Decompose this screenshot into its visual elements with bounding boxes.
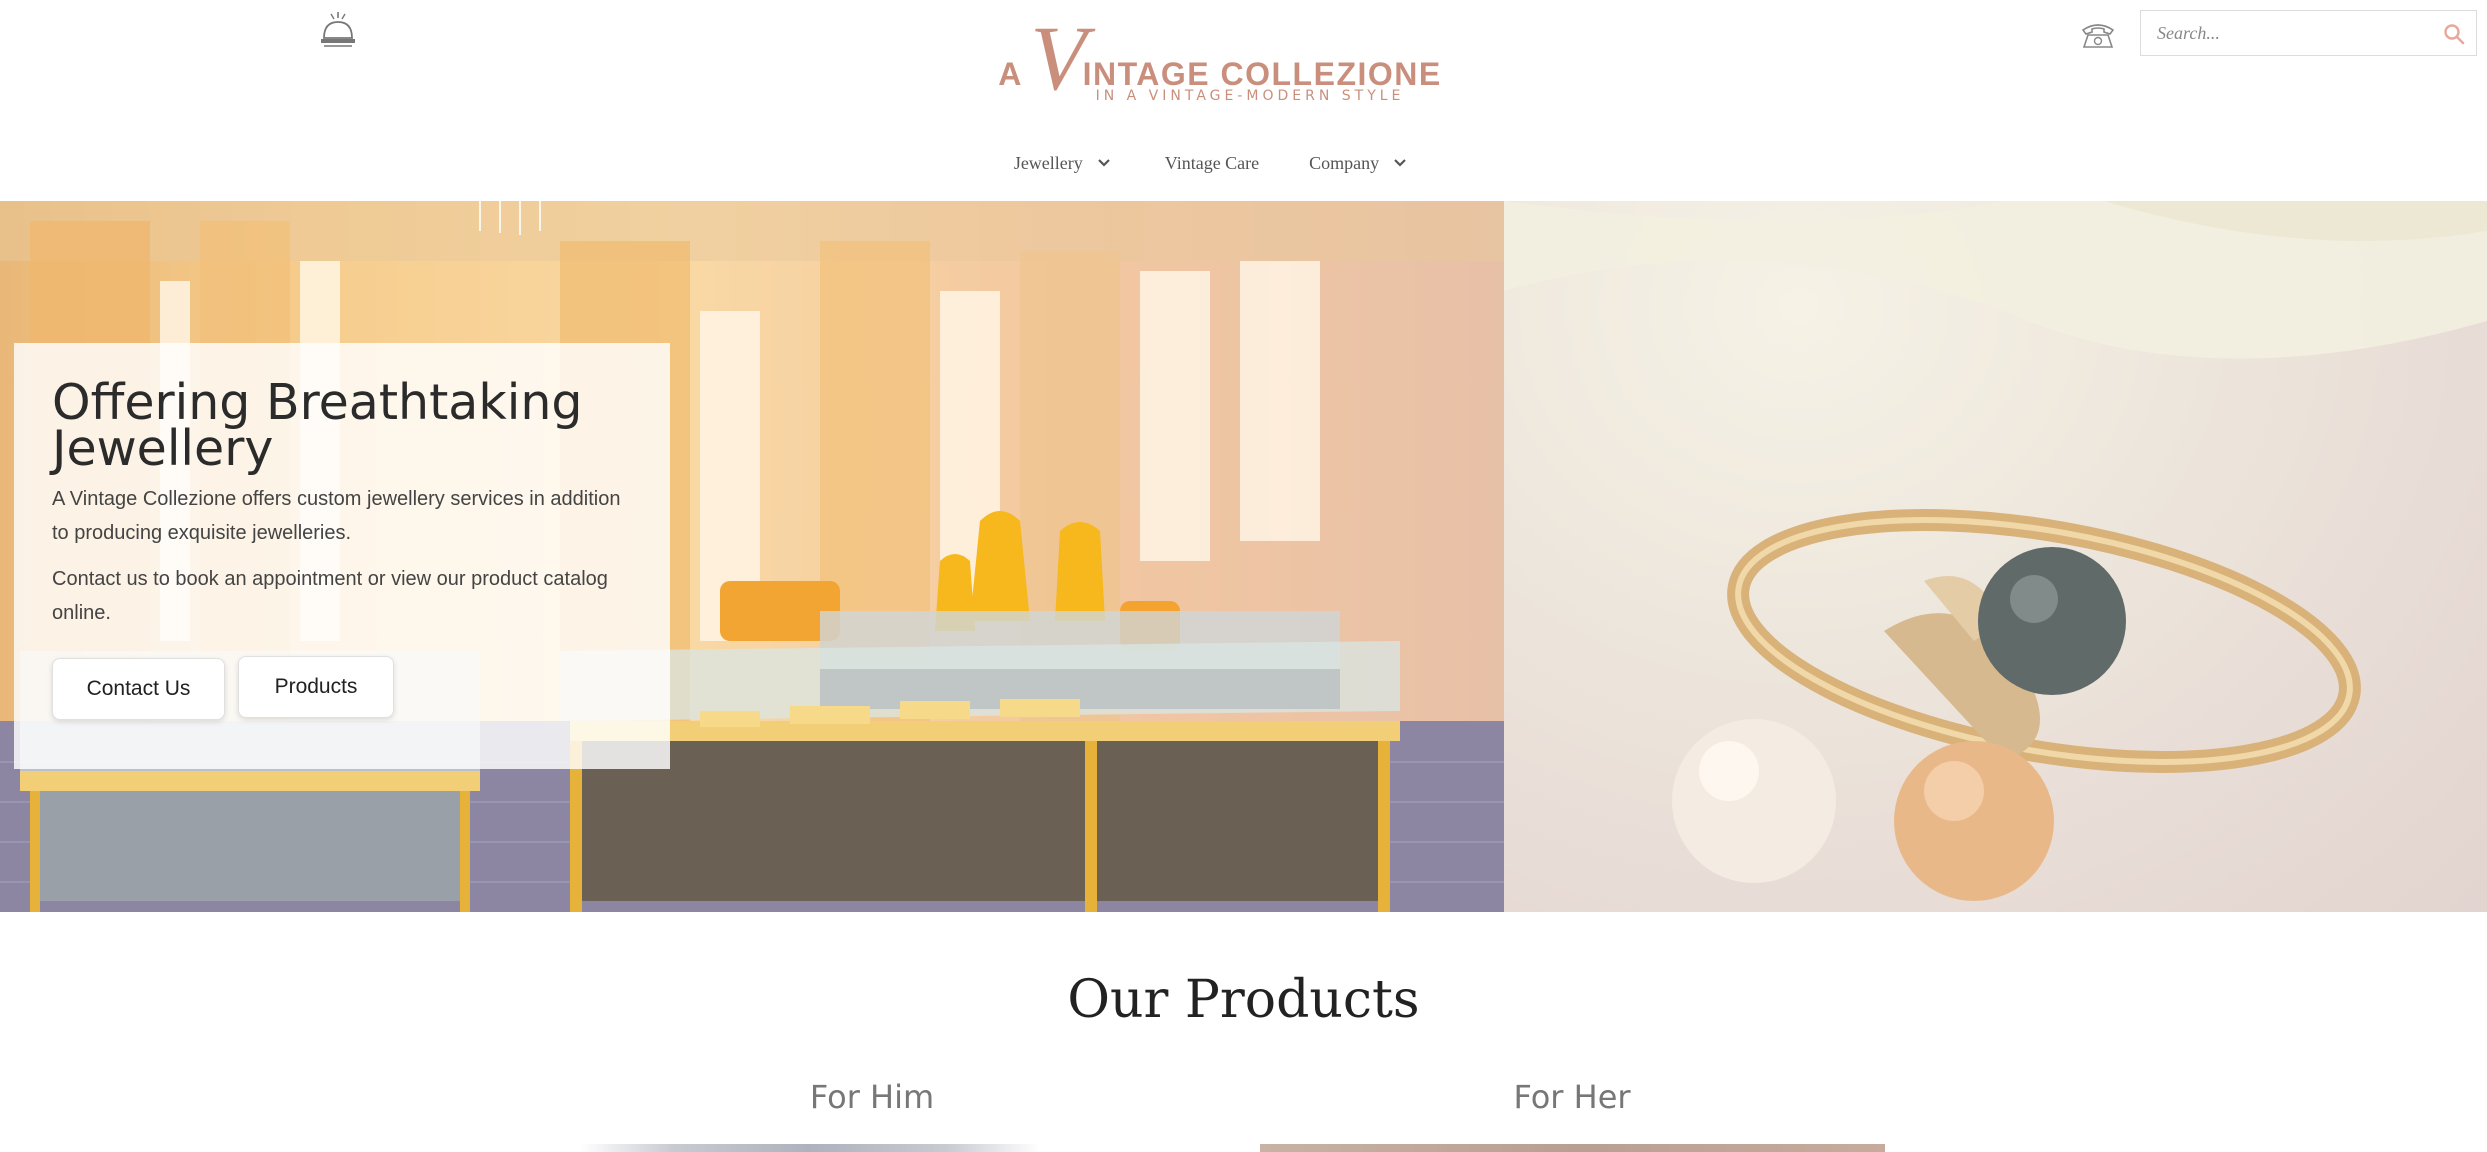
hero-description: A Vintage Collezione offers custom jewel… xyxy=(52,488,621,544)
for-her-heading[interactable]: For Her xyxy=(1372,1078,1772,1116)
for-him-heading[interactable]: For Him xyxy=(672,1078,1072,1116)
main-nav: Jewellery Vintage Care Company xyxy=(0,146,2487,180)
nav-item-label: Company xyxy=(1309,152,1380,173)
logo-tagline: IN A VINTAGE-MODERN STYLE xyxy=(1095,88,1405,104)
hero-cta-text: Contact us to book an appointment or vie… xyxy=(52,568,608,624)
search-icon[interactable] xyxy=(2442,22,2466,46)
products-heading: Our Products xyxy=(1067,970,1420,1030)
hero-title: Offering Breathtaking Jewellery xyxy=(52,374,583,477)
nav-item-company[interactable]: Company xyxy=(1309,146,1407,180)
chevron-down-icon xyxy=(1394,159,1406,167)
nav-item-jewellery[interactable]: Jewellery xyxy=(1014,146,1111,180)
service-bell-icon[interactable] xyxy=(318,10,358,48)
hero-bracelet-image xyxy=(1504,201,2487,912)
search-input[interactable] xyxy=(2141,11,2421,55)
search-box xyxy=(2140,10,2477,56)
logo-initial: V xyxy=(1030,7,1087,110)
for-her-image[interactable] xyxy=(1260,1144,1885,1152)
chevron-down-icon xyxy=(1098,159,1110,167)
nav-item-label: Jewellery xyxy=(1013,152,1083,173)
products-button[interactable]: Products xyxy=(238,656,394,718)
brand-logo[interactable]: A V INTAGE COLLEZIONE IN A VINTAGE-MODER… xyxy=(990,12,1450,112)
contact-us-button[interactable]: Contact Us xyxy=(52,658,225,720)
for-him-image[interactable] xyxy=(580,1144,1040,1152)
telephone-icon[interactable] xyxy=(2080,20,2116,50)
nav-item-vintage-care[interactable]: Vintage Care xyxy=(1165,146,1259,180)
nav-item-label: Vintage Care xyxy=(1164,152,1260,173)
